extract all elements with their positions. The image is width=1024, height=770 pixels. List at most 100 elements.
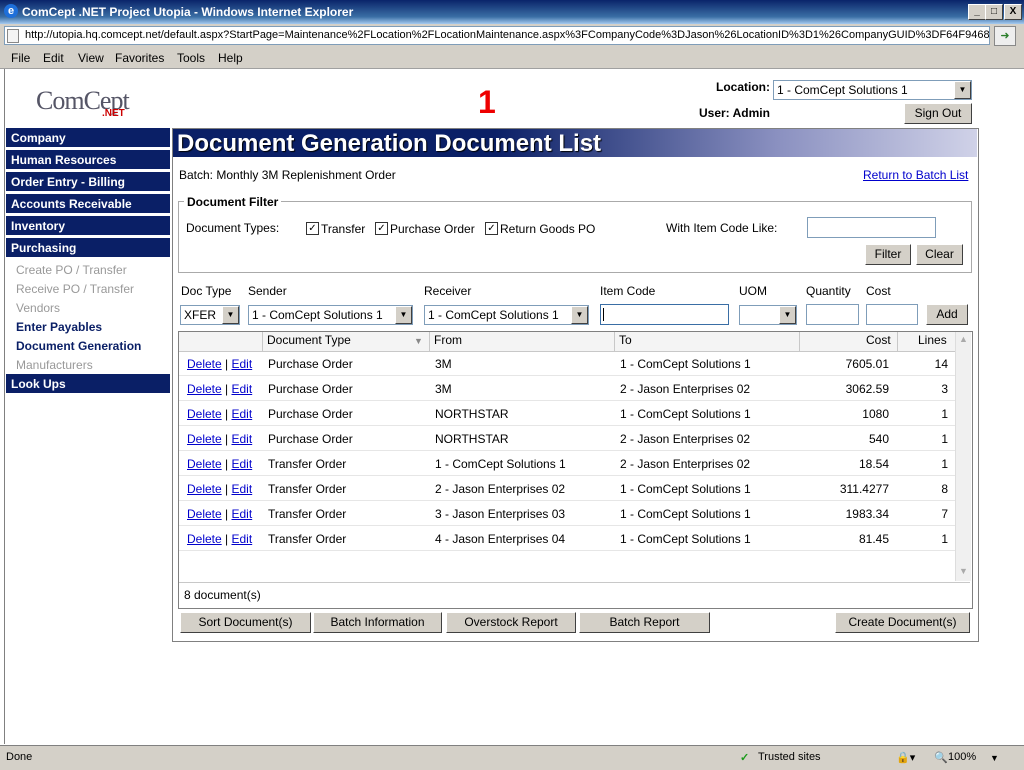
cell-to: 1 - ComCept Solutions 1 xyxy=(620,407,751,421)
column-header-from[interactable]: From xyxy=(434,333,462,347)
delete-link[interactable]: Delete xyxy=(187,457,222,471)
menu-tools[interactable]: Tools xyxy=(177,51,205,65)
cell-cost: 1080 xyxy=(862,407,889,421)
chevron-down-icon: ▼ xyxy=(222,306,239,324)
close-button[interactable]: X xyxy=(1004,4,1022,20)
delete-link[interactable]: Delete xyxy=(187,382,222,396)
go-icon[interactable]: ➜ xyxy=(994,26,1016,46)
nav-manufacturers[interactable]: Manufacturers xyxy=(16,358,93,372)
zoom-level[interactable]: 100% xyxy=(948,751,976,763)
sort-documents-button[interactable]: Sort Document(s) xyxy=(180,612,311,633)
column-header-document-type[interactable]: Document Type xyxy=(267,333,351,347)
nav-human-resources[interactable]: Human Resources xyxy=(6,150,170,170)
item-code-input[interactable] xyxy=(600,304,729,325)
protected-mode-icon[interactable]: 🔒▾ xyxy=(896,751,915,764)
nav-accounts-receivable[interactable]: Accounts Receivable xyxy=(6,194,170,214)
menu-view[interactable]: View xyxy=(78,51,104,65)
delete-link[interactable]: Delete xyxy=(187,532,222,546)
menu-edit[interactable]: Edit xyxy=(43,51,64,65)
quantity-input[interactable] xyxy=(806,304,859,325)
cell-document-type: Purchase Order xyxy=(268,432,353,446)
status-bar: Done ✓ Trusted sites 🔒▾ 🔍 100% ▼ xyxy=(0,745,1024,770)
nav-receive-po-transfer[interactable]: Receive PO / Transfer xyxy=(16,282,134,296)
item-code-like-input[interactable] xyxy=(807,217,936,238)
column-header-lines[interactable]: Lines xyxy=(918,333,947,347)
column-header-to[interactable]: To xyxy=(619,333,632,347)
url-input[interactable]: http://utopia.hq.comcept.net/default.asp… xyxy=(4,26,990,45)
chevron-down-icon: ▼ xyxy=(779,306,796,324)
row-separator: | xyxy=(225,532,229,546)
cell-document-type: Transfer Order xyxy=(268,482,347,496)
row-separator: | xyxy=(225,357,229,371)
minimize-button[interactable]: _ xyxy=(968,4,986,20)
edit-link[interactable]: Edit xyxy=(232,507,253,521)
cell-lines: 1 xyxy=(941,432,948,446)
document-filter-legend: Document Filter xyxy=(184,195,282,209)
transfer-checkbox[interactable]: ✓ xyxy=(306,222,319,235)
nav-company[interactable]: Company xyxy=(6,128,170,148)
clear-button[interactable]: Clear xyxy=(916,244,963,265)
menu-favorites[interactable]: Favorites xyxy=(115,51,164,65)
cost-input[interactable] xyxy=(866,304,918,325)
menu-help[interactable]: Help xyxy=(218,51,243,65)
overstock-report-button[interactable]: Overstock Report xyxy=(446,612,576,633)
delete-link[interactable]: Delete xyxy=(187,407,222,421)
nav-vendors[interactable]: Vendors xyxy=(16,301,60,315)
scroll-up-icon[interactable]: ▲ xyxy=(959,334,968,344)
nav-inventory[interactable]: Inventory xyxy=(6,216,170,236)
delete-link[interactable]: Delete xyxy=(187,507,222,521)
add-button[interactable]: Add xyxy=(926,304,968,325)
cell-to: 1 - ComCept Solutions 1 xyxy=(620,357,751,371)
ie-logo-icon: e xyxy=(4,4,18,18)
row-separator: | xyxy=(225,507,229,521)
edit-link[interactable]: Edit xyxy=(232,532,253,546)
grid-scrollbar[interactable]: ▲ ▼ xyxy=(955,332,971,581)
receiver-label: Receiver xyxy=(424,284,472,298)
marker-number: 1 xyxy=(478,84,496,120)
nav-document-generation[interactable]: Document Generation xyxy=(16,339,141,353)
edit-link[interactable]: Edit xyxy=(232,357,253,371)
logo-subtext: .NET xyxy=(102,108,125,119)
page-title: Document Generation Document List xyxy=(177,130,602,157)
edit-link[interactable]: Edit xyxy=(232,482,253,496)
edit-link[interactable]: Edit xyxy=(232,432,253,446)
maximize-button[interactable]: □ xyxy=(985,4,1003,20)
zoom-chevron-down-icon[interactable]: ▼ xyxy=(990,753,999,763)
item-code-label: Item Code xyxy=(600,284,656,298)
sign-out-button[interactable]: Sign Out xyxy=(904,103,972,124)
delete-link[interactable]: Delete xyxy=(187,357,222,371)
edit-link[interactable]: Edit xyxy=(232,407,253,421)
receiver-select[interactable]: 1 - ComCept Solutions 1 ▼ xyxy=(424,305,589,325)
uom-select[interactable]: ▼ xyxy=(739,305,797,325)
zoom-icon: 🔍 xyxy=(934,752,948,764)
delete-link[interactable]: Delete xyxy=(187,432,222,446)
edit-link[interactable]: Edit xyxy=(232,457,253,471)
window-title: ComCept .NET Project Utopia - Windows In… xyxy=(22,5,354,19)
filter-button[interactable]: Filter xyxy=(865,244,911,265)
menu-file[interactable]: File xyxy=(11,51,30,65)
purchase-order-checkbox[interactable]: ✓ xyxy=(375,222,388,235)
nav-enter-payables[interactable]: Enter Payables xyxy=(16,320,102,334)
return-to-batch-list-link[interactable]: Return to Batch List xyxy=(863,168,968,182)
nav-order-entry-billing[interactable]: Order Entry - Billing xyxy=(6,172,170,192)
batch-report-button[interactable]: Batch Report xyxy=(579,612,710,633)
nav-create-po-transfer[interactable]: Create PO / Transfer xyxy=(16,263,127,277)
cell-from: NORTHSTAR xyxy=(435,432,509,446)
edit-link[interactable]: Edit xyxy=(232,382,253,396)
nav-look-ups[interactable]: Look Ups xyxy=(6,374,170,394)
cell-from: 3 - Jason Enterprises 03 xyxy=(435,507,566,521)
create-documents-button[interactable]: Create Document(s) xyxy=(835,612,970,633)
row-separator: | xyxy=(225,432,229,446)
doc-type-select[interactable]: XFER ▼ xyxy=(180,305,240,325)
delete-link[interactable]: Delete xyxy=(187,482,222,496)
scroll-down-icon[interactable]: ▼ xyxy=(959,566,968,576)
column-header-cost[interactable]: Cost xyxy=(866,333,891,347)
cell-cost: 540 xyxy=(868,432,889,446)
sender-value: 1 - ComCept Solutions 1 xyxy=(252,308,383,322)
location-select[interactable]: 1 - ComCept Solutions 1 ▼ xyxy=(773,80,972,100)
batch-information-button[interactable]: Batch Information xyxy=(313,612,442,633)
return-goods-checkbox[interactable]: ✓ xyxy=(485,222,498,235)
nav-purchasing[interactable]: Purchasing xyxy=(6,238,170,258)
cell-cost: 7605.01 xyxy=(845,357,889,371)
sender-select[interactable]: 1 - ComCept Solutions 1 ▼ xyxy=(248,305,413,325)
